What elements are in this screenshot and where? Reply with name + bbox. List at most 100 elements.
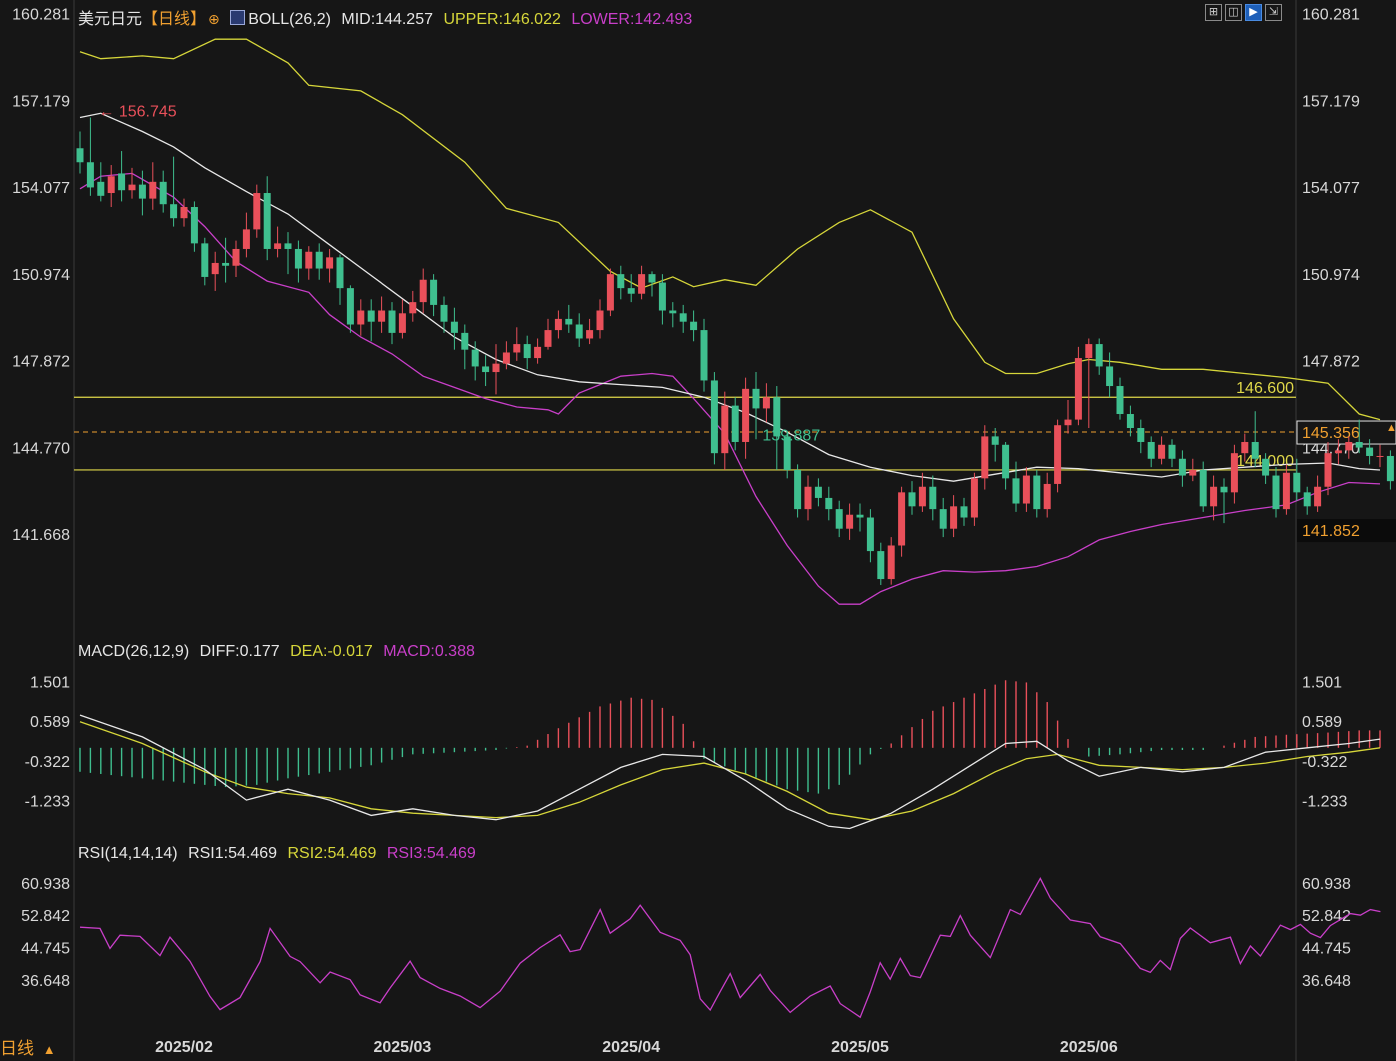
rsi-left-tick: 36.648 [21, 973, 70, 990]
current-price-marker-icon: ▲ [1386, 422, 1396, 434]
boll-indicator-icon[interactable] [230, 10, 246, 25]
candle-body [1230, 453, 1238, 493]
candle-body [190, 207, 198, 244]
rsi-right-tick: 52.842 [1302, 908, 1351, 925]
candle-body [648, 274, 656, 283]
candle-body [1074, 358, 1082, 420]
period-switcher[interactable]: 日线 ▲ [0, 1034, 56, 1059]
candle-body [242, 229, 250, 249]
boll-mid: MID:144.257 [341, 11, 433, 28]
candle-body [180, 207, 188, 219]
x-tick-label: 2025/06 [1060, 1039, 1118, 1056]
candle-body [409, 302, 417, 314]
candle-body [1262, 458, 1270, 476]
macd-dea-line [79, 721, 1381, 821]
candle-body [107, 176, 115, 194]
candle-body [804, 486, 812, 510]
price-left-tick: 150.974 [12, 267, 70, 284]
candle-body [138, 184, 146, 199]
candle-body [315, 251, 323, 269]
expand-icon[interactable]: ⇲ [1265, 4, 1282, 21]
candle-body [1168, 444, 1176, 459]
price-right-tick: 160.281 [1302, 7, 1360, 24]
candle-body [596, 310, 604, 331]
candle-body [440, 304, 448, 322]
candle-body [1210, 486, 1218, 507]
candle-body [679, 313, 687, 322]
macd-left-tick: -1.233 [25, 794, 70, 811]
candle-body [1303, 492, 1311, 507]
candle-body [1012, 478, 1020, 504]
price-left-tick: 157.179 [12, 93, 70, 110]
price-right-tick: 154.077 [1302, 180, 1360, 197]
main-price-panel: 160.281 160.281 157.179 157.179 154.077 154.0… [12, 0, 1396, 1061]
add-circle-icon[interactable]: ⊕ [208, 11, 220, 27]
candle-body [752, 388, 760, 409]
candle-body [274, 243, 282, 249]
macd-label[interactable]: MACD(26,12,9) [78, 643, 189, 660]
symbol-title: 美元日元 [78, 11, 143, 28]
rsi-left-tick: 52.842 [21, 908, 70, 925]
candle-body [211, 262, 219, 275]
candle-body [513, 344, 521, 353]
candle-body [1158, 444, 1166, 459]
rsi-panel: 60.938 60.938 52.842 52.842 44.745 44.745 36.6… [21, 876, 1381, 1019]
macd-right-tick: -1.233 [1302, 794, 1347, 811]
boll-mid-line [79, 112, 1381, 482]
candle-body [378, 310, 386, 322]
price-right-tick: 150.974 [1302, 267, 1360, 284]
candle-body [846, 514, 854, 529]
macd-dea: DEA:-0.017 [290, 643, 373, 660]
candle-body [1272, 475, 1280, 510]
candle-body [575, 324, 583, 339]
candle-body [606, 274, 614, 311]
candle-body [950, 506, 958, 529]
candle-body [430, 279, 438, 305]
boll-upper-line [79, 38, 1381, 421]
candle-body [627, 288, 635, 294]
candle-body [232, 248, 240, 266]
candle-body [929, 486, 937, 510]
candle-body [721, 405, 729, 454]
candle-body [1106, 366, 1114, 387]
candle-body [388, 310, 396, 333]
candle-body [856, 514, 864, 518]
period-tag[interactable]: 【日线】 [142, 11, 206, 28]
candle-body [1002, 444, 1010, 479]
candle-body [1366, 447, 1374, 456]
candle-body [128, 184, 136, 191]
period-high-label: ← 156.745 [98, 103, 176, 120]
candle-body [284, 243, 292, 249]
period-arrow-icon: ▲ [42, 1042, 56, 1057]
boll-label[interactable]: BOLL(26,2) [248, 11, 331, 28]
rsi-right-tick: 44.745 [1302, 941, 1351, 958]
candle-body [1116, 386, 1124, 415]
candle-body [1064, 419, 1072, 426]
candle-body [263, 193, 271, 249]
period-label: 日线 [0, 1039, 34, 1058]
rsi-label[interactable]: RSI(14,14,14) [78, 845, 178, 862]
horizontal-level-label: 146.600 [1236, 380, 1294, 397]
play-icon[interactable]: ▶ [1245, 4, 1262, 21]
macd-value: MACD:0.388 [383, 643, 475, 660]
layout-icon[interactable]: ◫ [1225, 4, 1242, 21]
candle-body [170, 204, 178, 219]
candle-body [294, 248, 302, 269]
candle-body [1220, 486, 1228, 493]
main-legend: 美元日元【日线】 ⊕ BOLL(26,2) MID:144.257 UPPER:1… [78, 5, 698, 29]
candle-body [1022, 475, 1030, 504]
candle-body [658, 282, 666, 311]
grid-icon[interactable]: ⊞ [1205, 4, 1222, 21]
candle-body [835, 509, 843, 529]
candle-body [534, 346, 542, 359]
candle-body [898, 492, 906, 546]
period-low-label: 139.887 [762, 427, 820, 444]
candle-body [1126, 414, 1134, 428]
candle-body [1355, 441, 1363, 448]
x-tick-label: 2025/05 [831, 1039, 889, 1056]
macd-right-tick: 1.501 [1302, 674, 1342, 691]
rsi-left-tick: 60.938 [21, 876, 70, 893]
x-tick-label: 2025/03 [373, 1039, 431, 1056]
candle-body [887, 545, 895, 580]
current-price-tag: 145.356 [1302, 425, 1360, 442]
